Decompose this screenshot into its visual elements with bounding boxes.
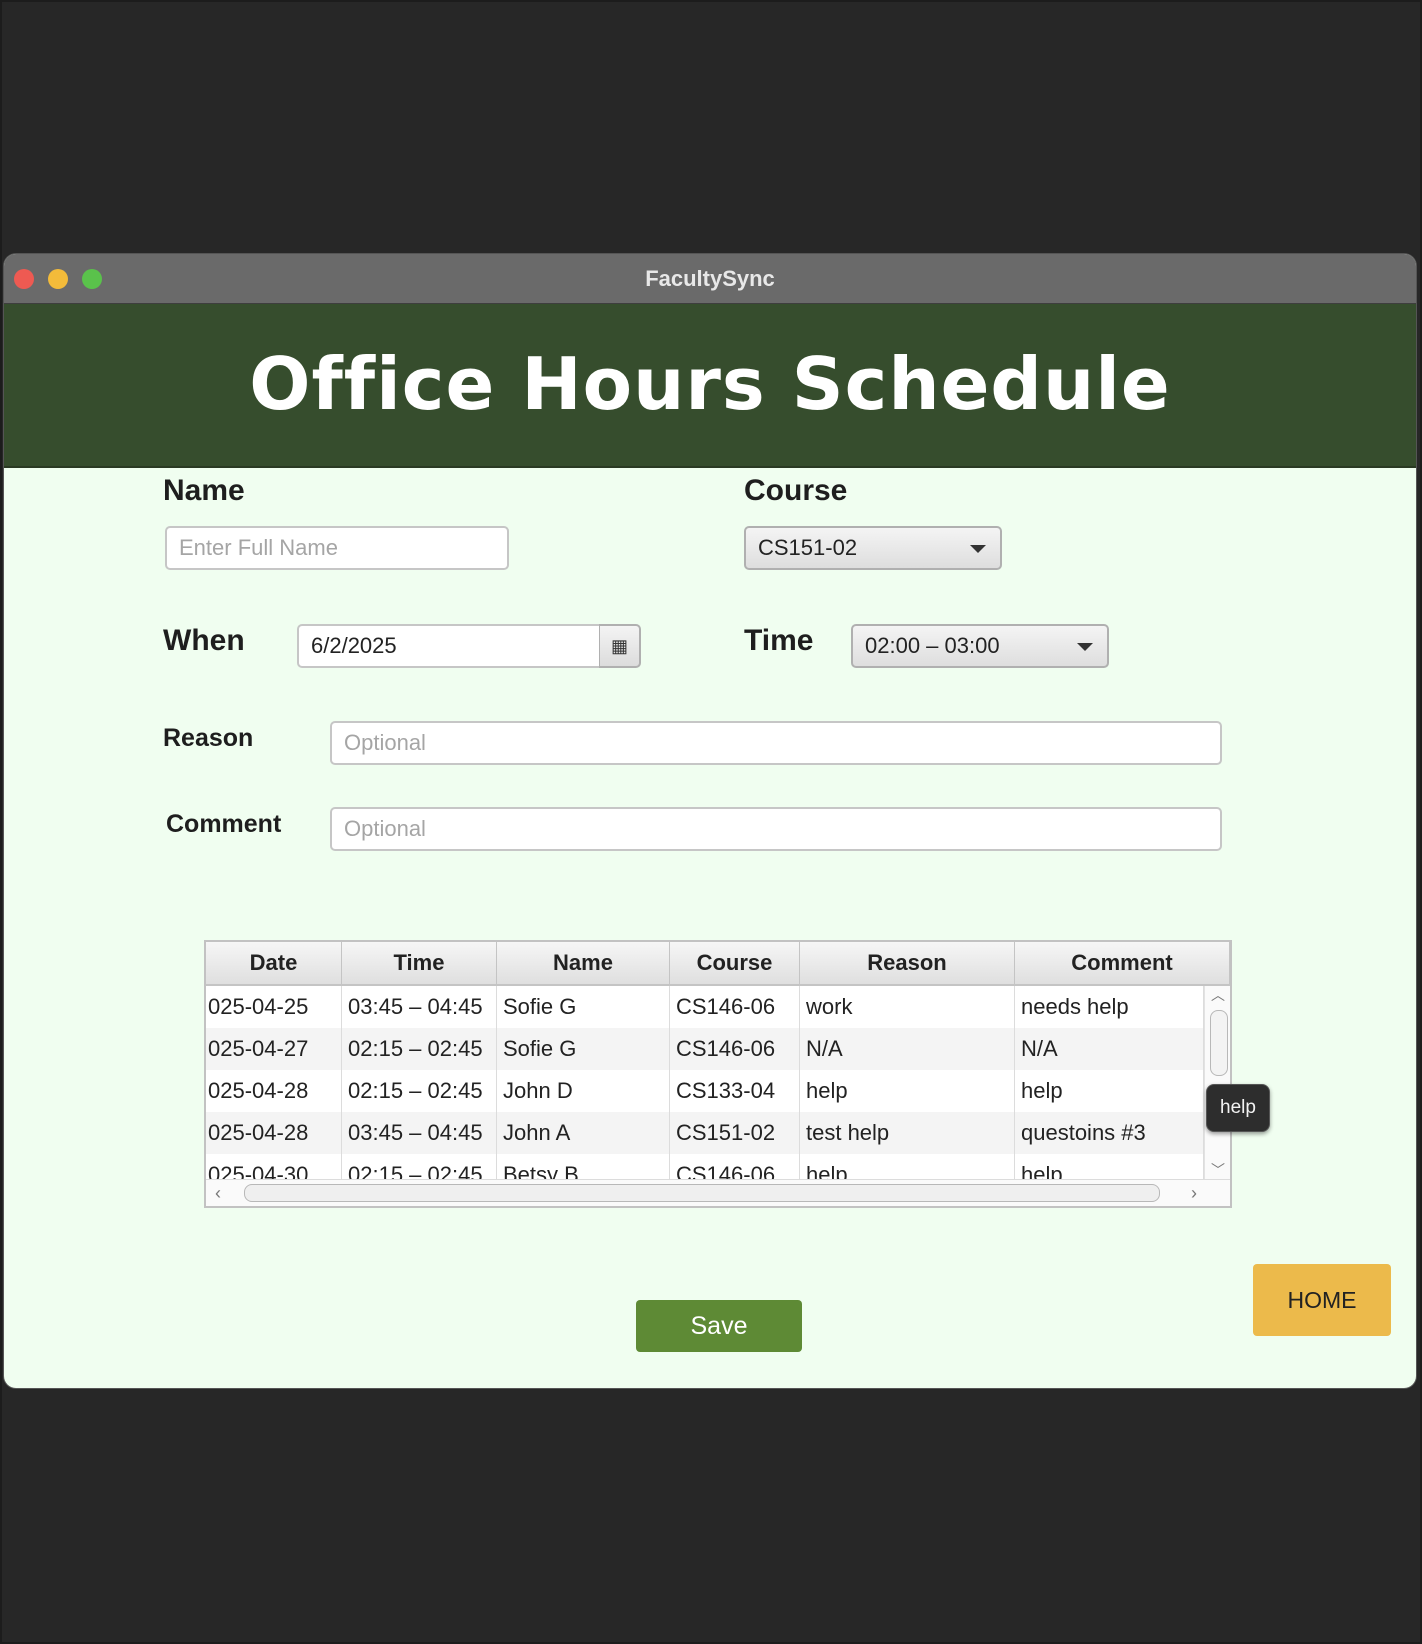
cell-reason: help [800,1154,1015,1179]
column-header-time[interactable]: Time [342,942,497,986]
cell-reason: help [800,1070,1015,1112]
column-header-comment[interactable]: Comment [1015,942,1230,986]
cell-comment: questoins #3 [1015,1112,1204,1154]
cell-time: 02:15 – 02:45 [342,1028,497,1070]
name-input[interactable] [165,526,509,570]
horizontal-scroll-thumb[interactable] [244,1184,1160,1202]
cell-date: 025-04-27 [206,1028,342,1070]
cell-reason: N/A [800,1028,1015,1070]
column-header-course[interactable]: Course [670,942,800,986]
comment-input[interactable] [330,807,1222,851]
course-selected-value: CS151-02 [758,535,858,560]
column-header-date[interactable]: Date [206,942,342,986]
chevron-right-icon[interactable]: › [1184,1182,1204,1204]
chevron-down-icon [970,545,986,553]
cell-name: John A [497,1112,670,1154]
cell-comment: help [1015,1070,1204,1112]
reason-label: Reason [163,724,254,752]
time-selected-value: 02:00 – 03:00 [865,633,1000,658]
cell-name: Betsy B [497,1154,670,1179]
cell-comment: help [1015,1154,1204,1179]
cell-reason: test help [800,1112,1015,1154]
date-picker-button[interactable]: ▦ [599,624,641,668]
name-label: Name [163,474,245,507]
appointments-table[interactable]: Date Time Name Course Reason Comment 025… [204,940,1232,1208]
cell-date: 025-04-28 [206,1112,342,1154]
window-titlebar[interactable]: FacultySync [4,254,1416,304]
app-window: FacultySync Office Hours Schedule Name C… [4,254,1416,1388]
column-header-reason[interactable]: Reason [800,942,1015,986]
cell-time: 02:15 – 02:45 [342,1154,497,1179]
table-row[interactable]: 025-04-27 02:15 – 02:45 Sofie G CS146-06… [206,1028,1204,1070]
column-header-name[interactable]: Name [497,942,670,986]
cell-name: John D [497,1070,670,1112]
cell-comment: needs help [1015,986,1204,1028]
cell-course: CS151-02 [670,1112,800,1154]
chevron-left-icon[interactable]: ‹ [208,1182,228,1204]
comment-label: Comment [166,810,282,838]
header-banner: Office Hours Schedule [4,304,1416,468]
cell-date: 025-04-30 [206,1154,342,1179]
table-row[interactable]: 025-04-28 02:15 – 02:45 John D CS133-04 … [206,1070,1204,1112]
tooltip: help [1206,1084,1270,1132]
calendar-icon: ▦ [610,636,628,656]
save-button[interactable]: Save [636,1300,802,1352]
cell-time: 03:45 – 04:45 [342,986,497,1028]
cell-date: 025-04-28 [206,1070,342,1112]
course-label: Course [744,474,848,507]
cell-reason: work [800,986,1015,1028]
window-title: FacultySync [645,266,775,291]
date-input[interactable] [297,624,603,668]
table-row[interactable]: 025-04-28 03:45 – 04:45 John A CS151-02 … [206,1112,1204,1154]
table-horizontal-scrollbar[interactable]: ‹ › [206,1179,1230,1206]
table-header: Date Time Name Course Reason Comment [206,942,1230,986]
time-dropdown[interactable]: 02:00 – 03:00 [851,624,1109,668]
cell-time: 02:15 – 02:45 [342,1070,497,1112]
reason-input[interactable] [330,721,1222,765]
cell-course: CS133-04 [670,1070,800,1112]
table-body: 025-04-25 03:45 – 04:45 Sofie G CS146-06… [206,986,1204,1179]
table-row[interactable]: 025-04-25 03:45 – 04:45 Sofie G CS146-06… [206,986,1204,1028]
table-vertical-scrollbar[interactable]: ︿ ﹀ [1204,986,1230,1179]
course-dropdown[interactable]: CS151-02 [744,526,1002,570]
cell-course: CS146-06 [670,986,800,1028]
chevron-down-icon [1077,643,1093,651]
table-row[interactable]: 025-04-30 02:15 – 02:45 Betsy B CS146-06… [206,1154,1204,1179]
cell-name: Sofie G [497,986,670,1028]
cell-name: Sofie G [497,1028,670,1070]
cell-course: CS146-06 [670,1028,800,1070]
chevron-up-icon[interactable]: ︿ [1205,986,1230,1004]
page-title: Office Hours Schedule [249,342,1171,426]
when-label: When [163,624,245,657]
time-label: Time [744,624,814,657]
cell-comment: N/A [1015,1028,1204,1070]
home-button[interactable]: HOME [1253,1264,1391,1336]
vertical-scroll-thumb[interactable] [1210,1010,1228,1076]
cell-time: 03:45 – 04:45 [342,1112,497,1154]
chevron-down-icon[interactable]: ﹀ [1205,1161,1230,1179]
cell-course: CS146-06 [670,1154,800,1179]
cell-date: 025-04-25 [206,986,342,1028]
